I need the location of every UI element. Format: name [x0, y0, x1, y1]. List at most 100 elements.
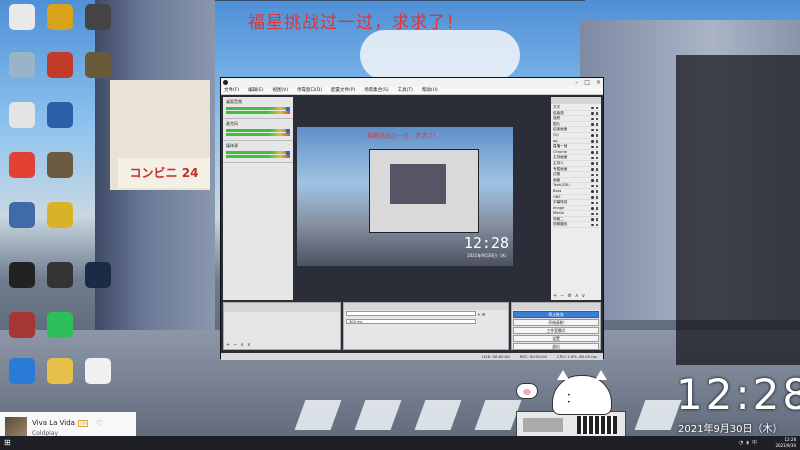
eye-icon[interactable] [591, 112, 594, 115]
desktop-icon[interactable] [40, 358, 80, 395]
eye-icon[interactable] [591, 207, 594, 210]
desktop-icon[interactable] [40, 262, 80, 299]
obs-menu-item[interactable]: 视图(V) [272, 87, 288, 94]
maximize-icon[interactable]: □ [584, 78, 590, 87]
volume-slider[interactable] [226, 111, 290, 114]
lock-icon[interactable] [596, 179, 598, 182]
desktop-icon[interactable] [2, 102, 42, 139]
eye-icon[interactable] [591, 168, 594, 171]
speaker-icon[interactable] [286, 151, 290, 155]
eye-icon[interactable] [591, 106, 594, 109]
taskbar-clock[interactable]: 12:28 2021/9/30 [775, 437, 796, 449]
eye-icon[interactable] [591, 162, 594, 165]
eye-icon[interactable] [591, 173, 594, 177]
lock-icon[interactable] [596, 162, 598, 165]
lock-icon[interactable] [596, 196, 598, 199]
eye-icon[interactable] [591, 179, 594, 182]
desktop-icon[interactable] [2, 4, 42, 41]
eye-icon[interactable] [591, 184, 594, 188]
desktop-icon[interactable] [2, 262, 42, 299]
ime-icon[interactable]: 中 [752, 440, 760, 446]
eye-icon[interactable] [591, 212, 594, 216]
settings-gear-icon[interactable]: ⚙ [482, 312, 486, 317]
eye-icon[interactable] [591, 223, 594, 227]
obs-window[interactable]: – □ × 文件(F) 编辑(E) 视图(V) 停靠窗口(D) 配置文件(P) 场景集合(… [220, 77, 604, 360]
eye-icon[interactable] [591, 218, 594, 221]
obs-menu-item[interactable]: 工具(T) [398, 87, 413, 94]
lock-icon[interactable] [596, 151, 598, 154]
eye-icon[interactable] [591, 196, 594, 199]
obs-menu-item[interactable]: 场景集合(S) [364, 87, 388, 94]
heart-icon[interactable]: ♡ [96, 419, 103, 428]
lock-icon[interactable] [596, 212, 598, 216]
speaker-icon[interactable] [286, 129, 290, 133]
obs-preview[interactable]: 福星挑战过一过，求求了！ 12:28 2021年9月30日（木） [297, 127, 513, 266]
eye-icon[interactable] [591, 134, 594, 137]
control-button[interactable]: 停止推流 [513, 311, 599, 318]
obs-menu-item[interactable]: 配置文件(P) [331, 87, 355, 94]
obs-menu-item[interactable]: 帮助(H) [422, 87, 438, 94]
eye-icon[interactable] [591, 151, 594, 154]
control-button[interactable]: 退出 [513, 343, 599, 350]
eye-icon[interactable] [591, 128, 594, 132]
eye-icon[interactable] [591, 123, 594, 126]
transition-select[interactable] [346, 311, 476, 316]
add-icon[interactable]: + [477, 312, 480, 317]
move-down-icon[interactable]: ∨ [247, 342, 254, 348]
control-button[interactable]: 工作室模式 [513, 327, 599, 334]
transition-duration-input[interactable]: 300 ms [346, 319, 476, 324]
obs-menu-item[interactable]: 停靠窗口(D) [297, 87, 322, 94]
lock-icon[interactable] [596, 190, 598, 193]
desktop-icon[interactable] [2, 312, 42, 349]
desktop-icon[interactable] [78, 4, 118, 41]
desktop-icon[interactable] [2, 52, 42, 89]
lock-icon[interactable] [596, 201, 598, 205]
desktop-icon[interactable] [2, 152, 42, 189]
source-item[interactable]: 视频播放 [553, 222, 599, 229]
control-button[interactable]: 开始录制 [513, 319, 599, 326]
volume-slider[interactable] [226, 133, 290, 136]
lock-icon[interactable] [596, 218, 598, 221]
eye-icon[interactable] [591, 117, 594, 121]
scene-row[interactable] [224, 310, 340, 312]
lock-icon[interactable] [596, 156, 598, 160]
move-down-icon[interactable]: ∨ [582, 293, 589, 299]
lock-icon[interactable] [596, 106, 598, 109]
desktop-icon[interactable] [2, 202, 42, 239]
eye-icon[interactable] [591, 190, 594, 193]
eye-icon[interactable] [591, 156, 594, 160]
lock-icon[interactable] [596, 117, 598, 121]
desktop-icon[interactable] [78, 262, 118, 299]
speaker-icon[interactable] [286, 107, 290, 111]
eye-icon[interactable] [591, 201, 594, 205]
move-up-icon[interactable]: ∧ [575, 293, 582, 299]
desktop-icon[interactable] [40, 312, 80, 349]
lock-icon[interactable] [596, 173, 598, 177]
lock-icon[interactable] [596, 112, 598, 115]
lock-icon[interactable] [596, 140, 598, 143]
lock-icon[interactable] [596, 223, 598, 227]
desktop-icon[interactable] [78, 52, 118, 89]
lock-icon[interactable] [596, 123, 598, 126]
close-icon[interactable]: × [596, 78, 601, 87]
eye-icon[interactable] [591, 140, 594, 143]
desktop-icon[interactable] [2, 358, 42, 395]
control-button[interactable]: 设置 [513, 335, 599, 342]
lock-icon[interactable] [596, 145, 598, 149]
desktop-icon[interactable] [78, 358, 118, 395]
lock-icon[interactable] [596, 184, 598, 188]
start-icon[interactable]: ⊞ [4, 438, 11, 447]
settings-gear-icon[interactable]: ⚙ [567, 293, 574, 299]
desktop-icon[interactable] [40, 102, 80, 139]
lock-icon[interactable] [596, 207, 598, 210]
eye-icon[interactable] [591, 145, 594, 149]
lock-icon[interactable] [596, 128, 598, 132]
minimize-icon[interactable]: – [575, 78, 578, 87]
desktop-icon[interactable] [40, 4, 80, 41]
obs-menu-item[interactable]: 编辑(E) [248, 87, 263, 94]
obs-menu-item[interactable]: 文件(F) [224, 87, 239, 94]
lock-icon[interactable] [596, 134, 598, 137]
desktop-icon[interactable] [40, 52, 80, 89]
desktop-icon[interactable] [40, 202, 80, 239]
obs-titlebar[interactable]: – □ × [221, 78, 603, 87]
